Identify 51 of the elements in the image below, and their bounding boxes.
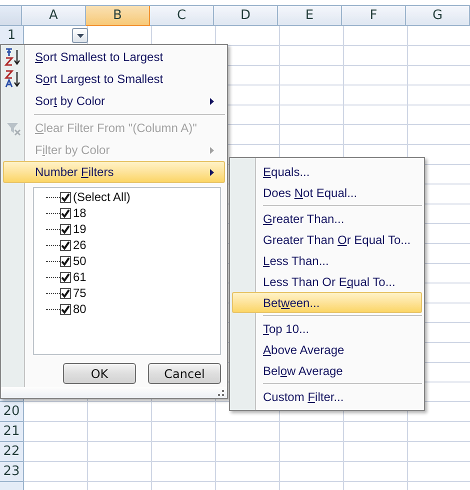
menu-item[interactable]: Custom Filter... bbox=[232, 386, 422, 407]
row-header[interactable]: 20 bbox=[0, 402, 24, 422]
column-header[interactable]: D bbox=[214, 6, 278, 26]
checkbox[interactable] bbox=[60, 192, 71, 202]
checkbox[interactable] bbox=[60, 224, 71, 234]
row-header[interactable]: 22 bbox=[0, 442, 24, 462]
menu-item[interactable]: Sort by Color bbox=[3, 90, 225, 112]
menu-item[interactable]: Below Average bbox=[232, 360, 422, 381]
column-header[interactable]: A bbox=[22, 6, 86, 26]
menu-item[interactable]: Equals... bbox=[232, 161, 422, 182]
row-header[interactable]: 23 bbox=[0, 462, 24, 482]
checkbox[interactable] bbox=[60, 272, 71, 282]
menu-item[interactable]: Sort Smallest to Largest bbox=[3, 46, 225, 68]
column-header[interactable]: F bbox=[342, 6, 406, 26]
menu-item[interactable]: Less Than... bbox=[232, 250, 422, 271]
menu-item[interactable]: Number Filters bbox=[3, 161, 225, 183]
checkbox[interactable] bbox=[60, 288, 71, 298]
checkbox[interactable] bbox=[60, 208, 71, 218]
checkbox-label[interactable]: 75 bbox=[73, 286, 86, 300]
resize-grip-icon[interactable] bbox=[218, 390, 224, 396]
checkbox-label[interactable]: (Select All) bbox=[73, 190, 130, 204]
menu-item[interactable]: Does Not Equal... bbox=[232, 182, 422, 203]
checkbox-label[interactable]: 19 bbox=[73, 222, 86, 236]
menu-item[interactable]: Above Average bbox=[232, 339, 422, 360]
checkbox[interactable] bbox=[60, 256, 71, 266]
sort-descending-icon bbox=[4, 70, 22, 88]
column-header[interactable]: C bbox=[150, 6, 214, 26]
checkbox-label[interactable]: 26 bbox=[73, 238, 86, 252]
cancel-button[interactable]: Cancel bbox=[148, 363, 221, 384]
checkbox[interactable] bbox=[60, 240, 71, 250]
checkbox-label[interactable]: 61 bbox=[73, 270, 86, 284]
column-header[interactable]: B bbox=[86, 6, 150, 26]
menu-item[interactable]: Sort Largest to Smallest bbox=[3, 68, 225, 90]
column-header[interactable]: G bbox=[406, 6, 470, 26]
checkbox-label[interactable]: 80 bbox=[73, 302, 86, 316]
checkbox-label[interactable]: 50 bbox=[73, 254, 86, 268]
row-header[interactable]: 21 bbox=[0, 422, 24, 442]
funnel-icon bbox=[5, 120, 21, 136]
filter-dropdown-button[interactable] bbox=[72, 28, 88, 43]
menu-item[interactable]: Less Than Or Equal To... bbox=[232, 271, 422, 292]
checkbox-label[interactable]: 18 bbox=[73, 206, 86, 220]
caret-icon bbox=[76, 34, 84, 38]
row-header[interactable]: 1 bbox=[0, 26, 24, 46]
ok-button[interactable]: OK bbox=[63, 363, 136, 384]
menu-item[interactable]: Greater Than Or Equal To... bbox=[232, 229, 422, 250]
menu-item[interactable]: Top 10... bbox=[232, 318, 422, 339]
menu-item[interactable]: Greater Than... bbox=[232, 208, 422, 229]
sort-ascending-icon bbox=[4, 48, 22, 66]
column-header[interactable]: E bbox=[278, 6, 342, 26]
checkbox[interactable] bbox=[60, 304, 71, 314]
menu-item[interactable]: Between... bbox=[232, 292, 422, 313]
